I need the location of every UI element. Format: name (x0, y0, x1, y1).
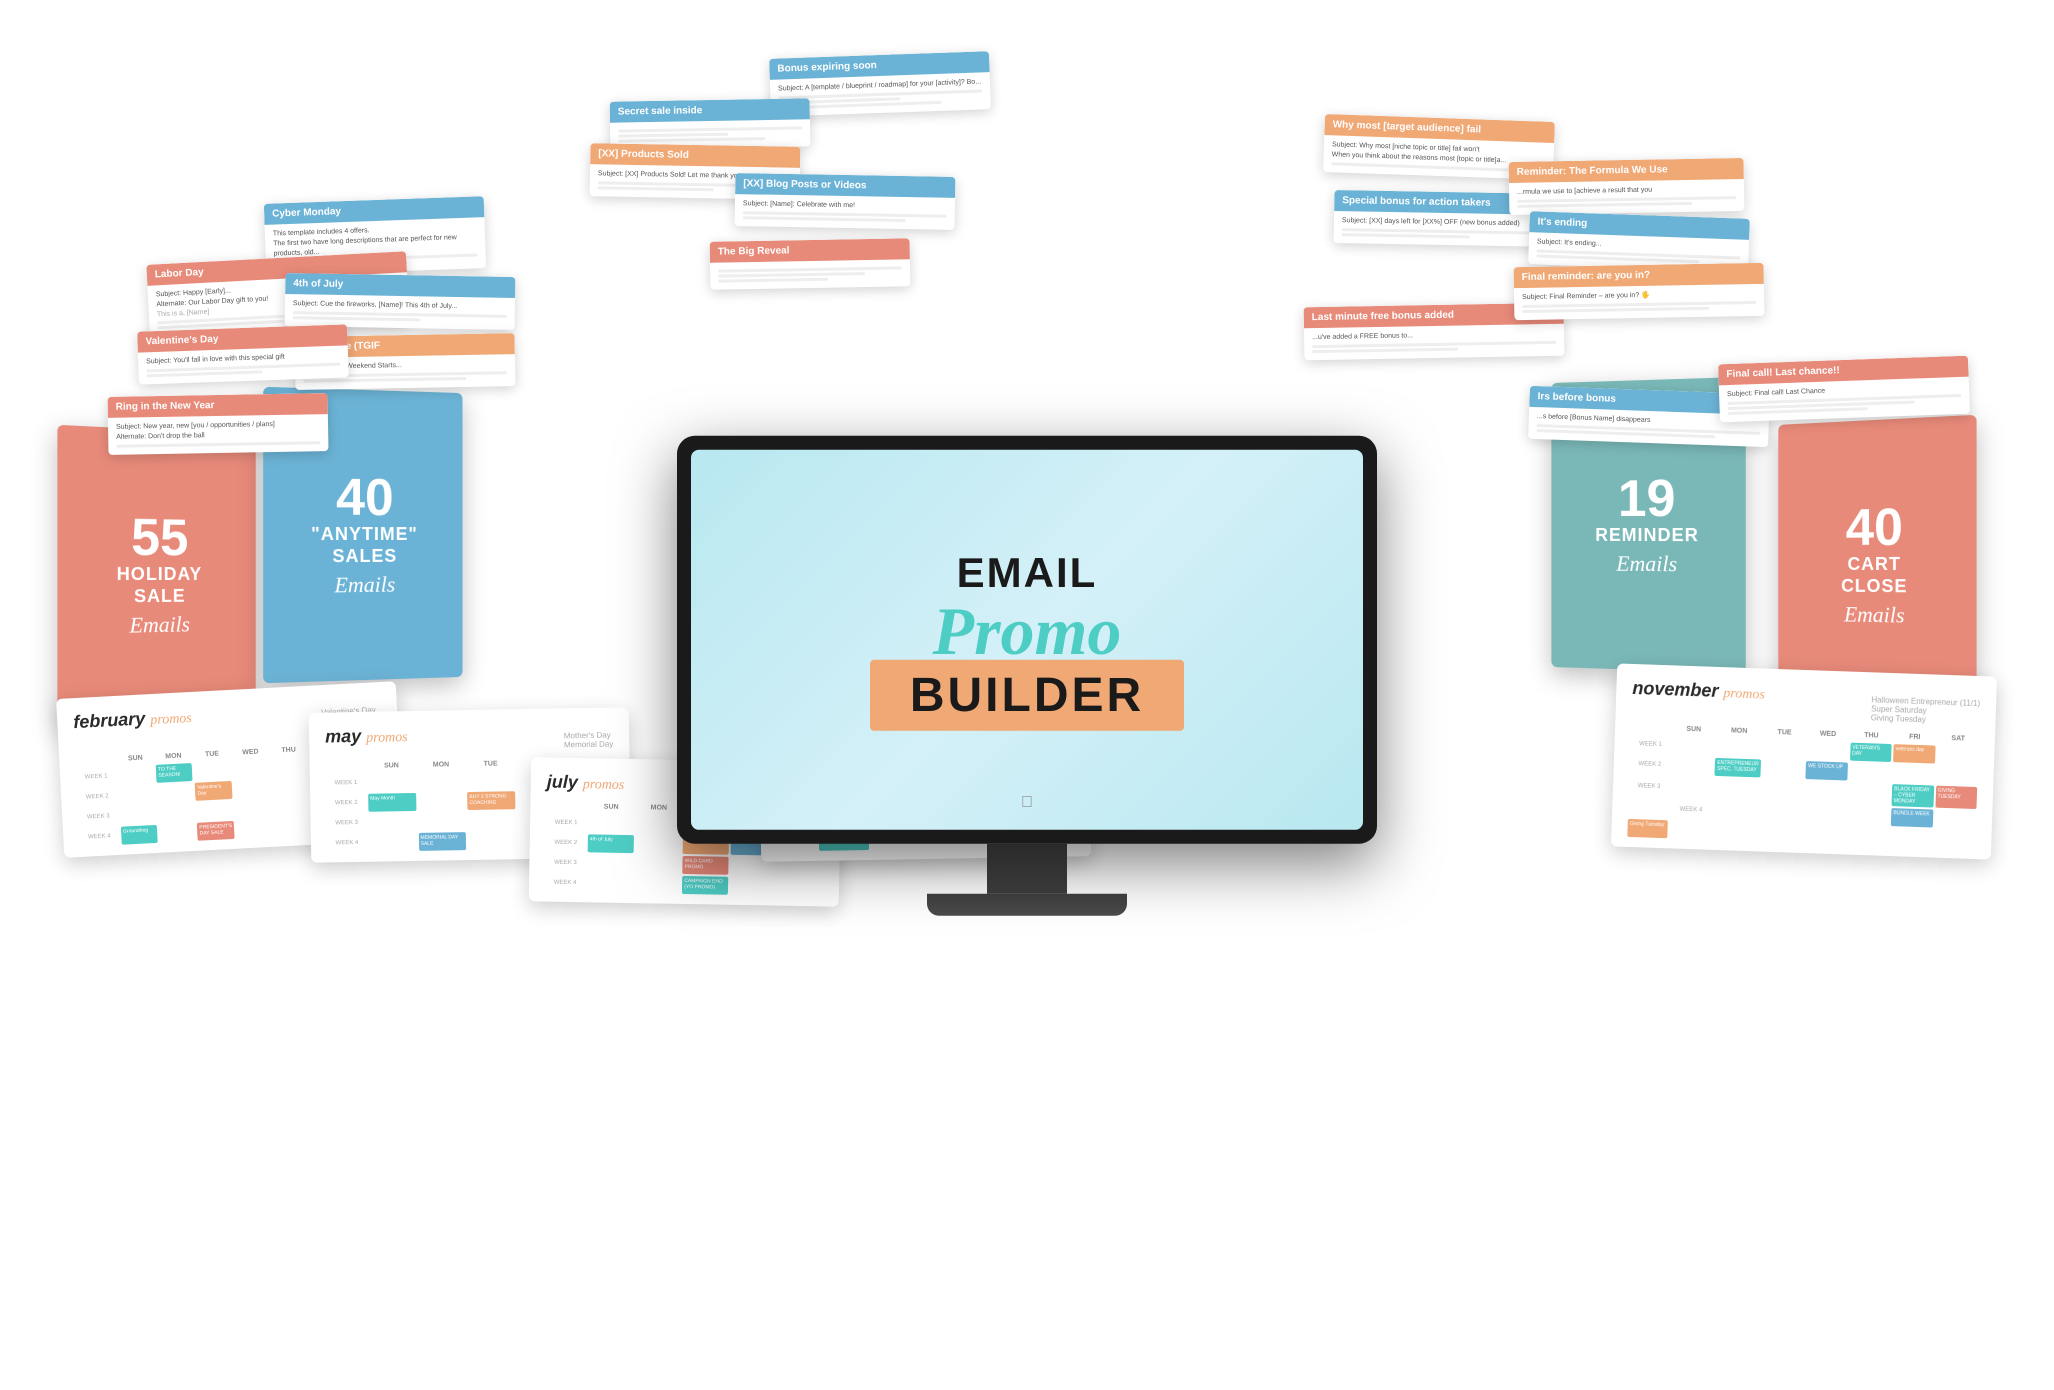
february-month: february (73, 708, 146, 733)
last-minute-bonus-body: ...u've added a FREE bonus to... (1304, 324, 1565, 360)
may-promos: promos (366, 730, 408, 747)
cart-close-number: 40 (1846, 502, 1903, 555)
big-reveal-card: The Big Reveal (710, 238, 911, 289)
holiday-subtitle: Emails (129, 611, 190, 638)
secret-sale-card: Secret sale inside (610, 98, 811, 149)
builder-badge: BUILDER (870, 660, 1184, 731)
november-calendar: november promos Halloween Entrepreneur (… (1611, 663, 1997, 859)
november-events: Halloween Entrepreneur (11/1)Super Satur… (1871, 695, 1981, 726)
builder-label: BUILDER (910, 669, 1144, 722)
reminder-formula-body: ...rmula we use to [achieve a result tha… (1509, 179, 1745, 215)
monitor: EMAIL Promo BUILDER  (677, 436, 1377, 916)
xx-blog-posts-card: [XX] Blog Posts or Videos Subject: [Name… (735, 173, 956, 230)
its-ending-card: It's ending Subject: It's ending... (1528, 211, 1750, 271)
holiday-number: 55 (131, 512, 188, 565)
scene: EMAIL Promo BUILDER  55 HOLIDAYSALE Ema… (0, 0, 2054, 1390)
holiday-sale-book: 55 HOLIDAYSALE Emails (57, 425, 255, 725)
big-reveal-body (710, 259, 910, 289)
may-events: Mother's DayMemorial Day (564, 730, 614, 749)
november-promos: promos (1723, 686, 1765, 703)
anytime-number: 40 (336, 472, 394, 524)
november-month: november (1632, 678, 1719, 702)
monitor-screen: EMAIL Promo BUILDER  (691, 450, 1363, 830)
november-header: november promos Halloween Entrepreneur (… (1632, 678, 1981, 726)
reminder-subtitle: Emails (1616, 551, 1677, 578)
holiday-title: HOLIDAYSALE (117, 564, 203, 608)
fourth-july-card: 4th of July Subject: Cue the fireworks, … (285, 273, 516, 330)
ring-new-year-card: Ring in the New Year Subject: New year, … (108, 393, 329, 454)
anytime-subtitle: Emails (334, 571, 395, 598)
reminder-formula-card: Reminder: The Formula We Use ...rmula we… (1509, 158, 1745, 215)
reminder-number: 19 (1618, 473, 1676, 525)
email-label: EMAIL (870, 549, 1184, 597)
promo-label: Promo (870, 597, 1184, 665)
cart-close-subtitle: Emails (1844, 601, 1905, 628)
email-title: EMAIL Promo BUILDER (870, 549, 1184, 731)
july-promos: promos (583, 777, 625, 794)
cart-close-title: CARTCLOSE (1841, 554, 1907, 598)
final-call-body: Subject: Final call! Last Chance (1719, 377, 1970, 422)
may-month: may (325, 726, 361, 748)
monitor-neck (987, 844, 1067, 894)
final-reminder-body: Subject: Final Reminder – are you in? 🖐 (1514, 284, 1765, 320)
monitor-base (927, 894, 1127, 916)
final-call-card: Final call! Last chance!! Subject: Final… (1718, 356, 1970, 422)
apple-logo-icon:  (1021, 794, 1033, 812)
reminder-title: REMINDER (1595, 525, 1699, 547)
valentines-card: Valentine's Day Subject: You'll fall in … (137, 324, 349, 384)
july-month: july (547, 772, 578, 794)
ring-new-year-body: Subject: New year, new [you / opportunit… (108, 414, 329, 454)
xx-blog-posts-body: Subject: [Name]: Celebrate with me! (735, 194, 956, 230)
february-promos: promos (150, 711, 192, 729)
monitor-screen-wrapper: EMAIL Promo BUILDER  (677, 436, 1377, 844)
final-reminder-card: Final reminder: are you in? Subject: Fin… (1514, 263, 1765, 320)
may-header: may promos Mother's DayMemorial Day (325, 721, 613, 753)
anytime-title: "ANYTIME"SALES (311, 524, 418, 568)
november-grid: SUN MON TUE WED THU FRI SAT WEEK 1 VETER… (1627, 722, 1979, 849)
